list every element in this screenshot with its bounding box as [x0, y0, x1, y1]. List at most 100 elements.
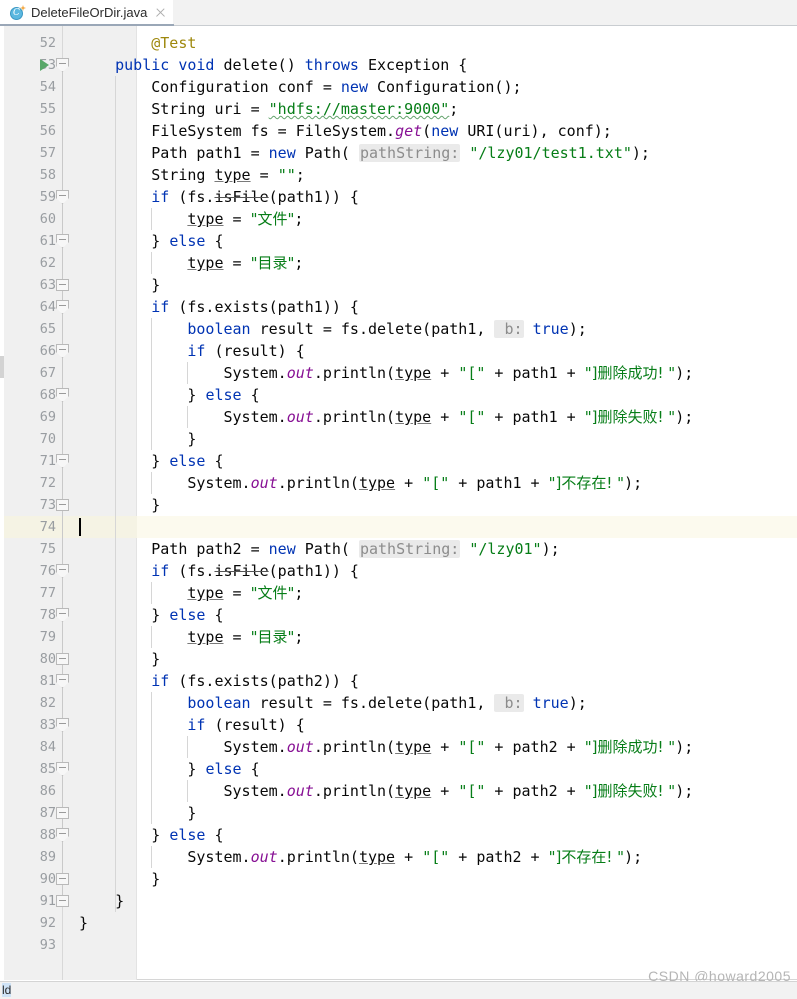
code-line[interactable]: 64 if (fs.exists(path1)) {: [0, 296, 797, 318]
close-icon[interactable]: [154, 6, 167, 19]
code-text: String uri = "hdfs://master:9000";: [79, 98, 458, 120]
fold-region-end-icon[interactable]: [56, 279, 69, 291]
code-line[interactable]: 53 public void delete() throws Exception…: [0, 54, 797, 76]
code-token: +: [431, 364, 459, 382]
code-line[interactable]: 62 type = "目录";: [0, 252, 797, 274]
code-text: System.out.println(type + "[" + path2 + …: [79, 846, 642, 868]
code-line[interactable]: 56 FileSystem fs = FileSystem.get(new UR…: [0, 120, 797, 142]
fold-region-end-icon[interactable]: [56, 807, 69, 819]
code-token: );: [568, 694, 587, 712]
code-line[interactable]: 67 System.out.println(type + "[" + path1…: [0, 362, 797, 384]
code-line[interactable]: 93: [0, 934, 797, 956]
line-number: 65: [39, 321, 56, 337]
code-text: System.out.println(type + "[" + path1 + …: [79, 362, 693, 384]
code-line[interactable]: 86 System.out.println(type + "[" + path2…: [0, 780, 797, 802]
code-line[interactable]: 76 if (fs.isFile(path1)) {: [0, 560, 797, 582]
fold-region-end-icon[interactable]: [56, 895, 69, 907]
line-number: 82: [39, 695, 56, 711]
code-line[interactable]: 81 if (fs.exists(path2)) {: [0, 670, 797, 692]
fold-region-end-icon[interactable]: [56, 873, 69, 885]
indent-guide: [151, 846, 152, 868]
code-text: if (fs.isFile(path1)) {: [79, 186, 359, 208]
line-number: 64: [39, 299, 56, 315]
code-text: } else {: [79, 604, 223, 626]
code-line[interactable]: 91 }: [0, 890, 797, 912]
fold-region-end-icon[interactable]: [56, 653, 69, 665]
code-text: if (fs.isFile(path1)) {: [79, 560, 359, 582]
code-line[interactable]: 71 } else {: [0, 450, 797, 472]
fold-region-end-icon[interactable]: [56, 499, 69, 511]
code-text: type = "目录";: [79, 626, 303, 648]
code-line[interactable]: 55 String uri = "hdfs://master:9000";: [0, 98, 797, 120]
code-token: out: [250, 474, 278, 492]
code-line[interactable]: 80 }: [0, 648, 797, 670]
code-line[interactable]: 74: [0, 516, 797, 538]
code-token: );: [631, 144, 650, 162]
code-text: } else {: [79, 758, 259, 780]
code-line[interactable]: 79 type = "目录";: [0, 626, 797, 648]
code-token: "目录": [250, 254, 295, 272]
code-line[interactable]: 92}: [0, 912, 797, 934]
code-token: URI(uri), conf);: [458, 122, 612, 140]
run-test-icon[interactable]: [40, 59, 49, 71]
code-line[interactable]: 60 type = "文件";: [0, 208, 797, 230]
code-token: }: [79, 386, 206, 404]
code-line[interactable]: 54 Configuration conf = new Configuratio…: [0, 76, 797, 98]
code-line[interactable]: 90 }: [0, 868, 797, 890]
code-line[interactable]: 73 }: [0, 494, 797, 516]
code-line[interactable]: 82 boolean result = fs.delete(path1, b: …: [0, 692, 797, 714]
code-token: delete(): [214, 56, 305, 74]
line-number: 90: [39, 871, 56, 887]
code-text: }: [79, 494, 160, 516]
code-token: System.: [79, 364, 287, 382]
code-line[interactable]: 63 }: [0, 274, 797, 296]
code-line[interactable]: 85 } else {: [0, 758, 797, 780]
code-editor[interactable]: 52 @Test 53 public void delete() throws E…: [0, 26, 797, 980]
code-token: .println(: [313, 738, 396, 756]
code-token: (path1)) {: [268, 188, 359, 206]
code-line[interactable]: 88 } else {: [0, 824, 797, 846]
code-line[interactable]: 69 System.out.println(type + "[" + path1…: [0, 406, 797, 428]
editor-tab-bar: C DeleteFileOrDir.java: [0, 0, 797, 27]
code-line[interactable]: 77 type = "文件";: [0, 582, 797, 604]
code-line[interactable]: 52 @Test: [0, 32, 797, 54]
code-text: } else {: [79, 230, 223, 252]
line-number: 69: [39, 409, 56, 425]
code-line[interactable]: 87 }: [0, 802, 797, 824]
code-token: }: [79, 452, 170, 470]
code-token: (fs.: [169, 562, 215, 580]
code-line[interactable]: 66 if (result) {: [0, 340, 797, 362]
code-token: @Test: [151, 34, 197, 52]
code-line[interactable]: 57 Path path1 = new Path( pathString: "/…: [0, 142, 797, 164]
line-number: 61: [39, 233, 56, 249]
code-line[interactable]: 72 System.out.println(type + "[" + path1…: [0, 472, 797, 494]
code-token: throws: [304, 56, 359, 74]
code-text: Configuration conf = new Configuration()…: [79, 76, 522, 98]
line-number: 86: [39, 783, 56, 799]
indent-guide: [187, 780, 188, 802]
code-line[interactable]: 89 System.out.println(type + "[" + path2…: [0, 846, 797, 868]
code-line[interactable]: 78 } else {: [0, 604, 797, 626]
code-token: ;: [294, 628, 304, 646]
code-line[interactable]: 84 System.out.println(type + "[" + path2…: [0, 736, 797, 758]
code-token: Configuration();: [368, 78, 522, 96]
code-token: );: [624, 848, 643, 866]
code-line[interactable]: 75 Path path2 = new Path( pathString: "/…: [0, 538, 797, 560]
code-text: type = "文件";: [79, 208, 303, 230]
code-line[interactable]: 70 }: [0, 428, 797, 450]
line-number: 81: [39, 673, 56, 689]
code-line[interactable]: 61 } else {: [0, 230, 797, 252]
code-line[interactable]: 58 String type = "";: [0, 164, 797, 186]
code-line[interactable]: 83 if (result) {: [0, 714, 797, 736]
line-number: 70: [39, 431, 56, 447]
code-token: type: [395, 738, 432, 756]
code-line[interactable]: 59 if (fs.isFile(path1)) {: [0, 186, 797, 208]
code-token: (fs.: [169, 188, 215, 206]
code-token: Exception {: [358, 56, 468, 74]
editor-tab-deletefileordir[interactable]: C DeleteFileOrDir.java: [0, 0, 174, 25]
code-token: }: [79, 496, 161, 514]
code-line[interactable]: 65 boolean result = fs.delete(path1, b: …: [0, 318, 797, 340]
code-line[interactable]: 68 } else {: [0, 384, 797, 406]
code-text: if (fs.exists(path2)) {: [79, 670, 359, 692]
